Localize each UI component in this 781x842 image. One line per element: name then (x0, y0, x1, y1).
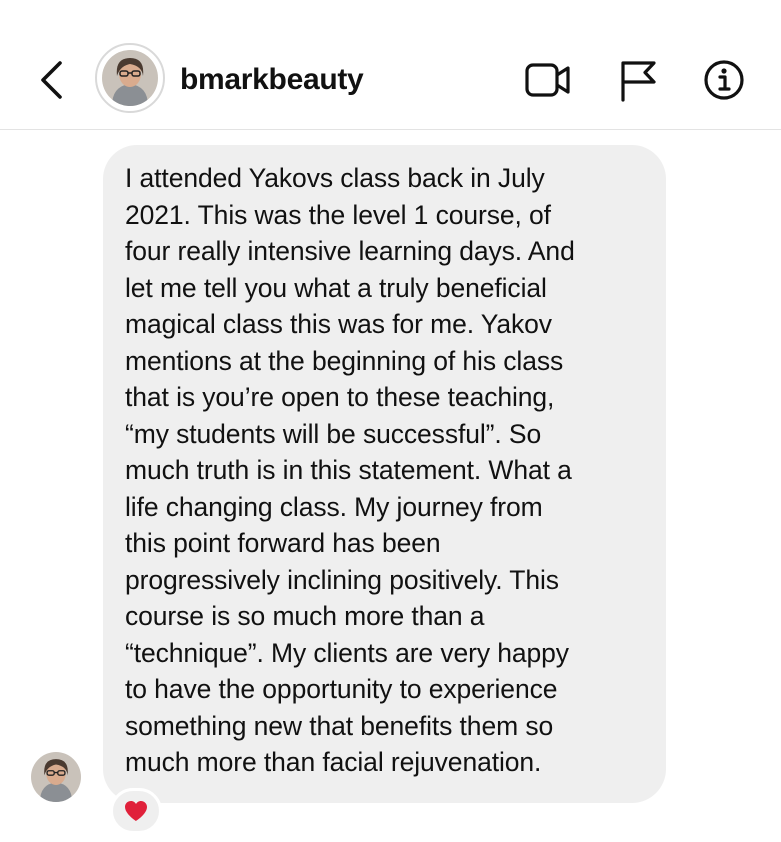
flag-icon (621, 61, 656, 102)
info-icon (704, 60, 744, 100)
profile-avatar[interactable] (95, 43, 165, 113)
video-call-button[interactable] (524, 58, 572, 102)
report-button[interactable] (614, 58, 662, 102)
sender-avatar[interactable] (31, 752, 81, 802)
video-camera-icon (525, 63, 570, 97)
chevron-left-icon (41, 61, 62, 99)
chat-username[interactable]: bmarkbeauty (180, 62, 364, 98)
heart-icon (125, 801, 147, 821)
chat-header: bmarkbeauty (0, 0, 781, 130)
message-bubble[interactable]: I attended Yakovs class back in July 202… (103, 145, 666, 803)
avatar-image (102, 50, 158, 106)
back-button[interactable] (34, 60, 70, 100)
message-text: I attended Yakovs class back in July 202… (125, 163, 575, 777)
reaction-badge[interactable] (110, 788, 162, 834)
info-button[interactable] (700, 58, 748, 102)
